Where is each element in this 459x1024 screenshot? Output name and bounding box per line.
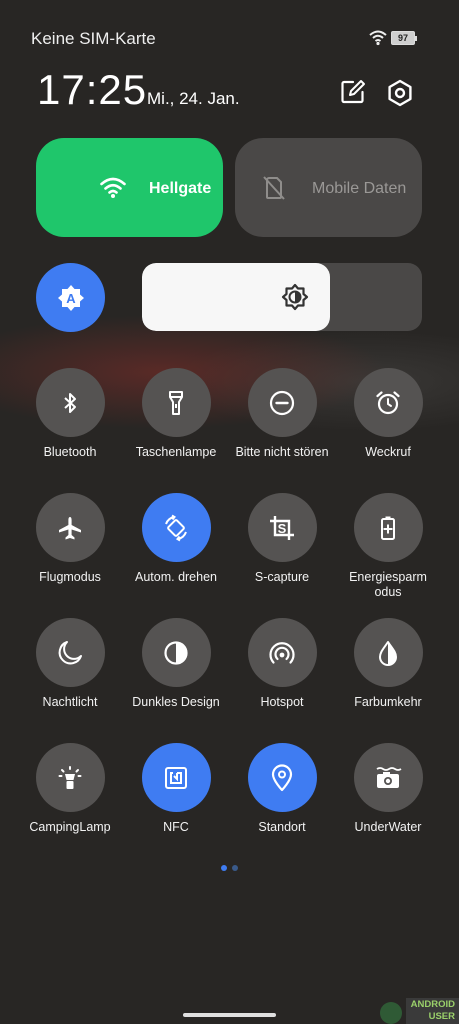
tile-label: Hotspot [260, 695, 304, 709]
home-indicator[interactable] [183, 1013, 276, 1017]
tile-airplane[interactable]: Flugmodus [17, 493, 123, 585]
battery-saver-icon [377, 515, 399, 541]
tile-button[interactable] [35, 368, 105, 437]
tile-button[interactable] [247, 618, 317, 687]
tile-label: S-capture [254, 570, 310, 584]
watermark-line1: ANDROID [410, 999, 455, 1010]
tile-button[interactable] [353, 368, 423, 437]
page-dot[interactable] [232, 865, 238, 871]
mobile-data-tile[interactable]: Mobile Daten [235, 138, 422, 237]
tile-label: Bluetooth [43, 445, 97, 459]
tile-button[interactable] [141, 618, 211, 687]
tile-label: Standort [258, 820, 306, 834]
watermark-logo: ANDROID USER [380, 998, 459, 1024]
tile-auto-rotate[interactable]: Autom. drehen [123, 493, 229, 585]
wifi-network-label: Hellgate [149, 180, 212, 197]
android-badge-icon [380, 1002, 402, 1024]
tile-label: CampingLamp [29, 820, 111, 834]
nfc-icon [163, 765, 189, 791]
page-dot-active[interactable] [221, 865, 227, 871]
tile-button[interactable] [141, 368, 211, 437]
edit-icon[interactable] [340, 79, 366, 105]
tile-label: Flugmodus [39, 570, 101, 584]
watermark-text: ANDROID USER [406, 998, 459, 1024]
tile-nfc[interactable]: NFC [123, 743, 229, 835]
dark-mode-icon [163, 640, 189, 666]
tile-label: Dunkles Design [132, 695, 220, 709]
tile-label: Taschenlampe [135, 445, 217, 459]
tile-flashlight[interactable]: Taschenlampe [123, 368, 229, 460]
auto-rotate-icon [162, 514, 190, 542]
mobile-data-label: Mobile Daten [312, 180, 407, 197]
tile-bluetooth[interactable]: Bluetooth [17, 368, 123, 460]
tile-camping-lamp[interactable]: CampingLamp [17, 743, 123, 835]
screenshot-icon: S [268, 514, 296, 542]
tile-button[interactable] [141, 493, 211, 562]
brightness-icon [281, 283, 309, 311]
tile-button[interactable]: S [247, 493, 317, 562]
tile-label: Weckruf [365, 445, 411, 459]
tile-button[interactable] [35, 743, 105, 812]
tile-button[interactable] [353, 493, 423, 562]
auto-brightness-icon: A [57, 284, 85, 312]
carrier-label: Keine SIM-Karte [31, 29, 156, 48]
mobile-data-off-icon [263, 176, 285, 200]
watermark-line2: USER [428, 1011, 455, 1022]
tile-alarm[interactable]: Weckruf [335, 368, 441, 460]
battery-indicator: 97 [391, 31, 417, 45]
clock: 17:25 [37, 66, 148, 113]
tile-button[interactable] [247, 743, 317, 812]
settings-icon[interactable] [385, 78, 415, 108]
alarm-icon [375, 390, 401, 416]
date-label: Mi., 24. Jan. [147, 89, 240, 108]
tile-label: Autom. drehen [135, 570, 217, 584]
tile-button[interactable] [141, 743, 211, 812]
color-inversion-icon [376, 639, 400, 667]
tile-label: Nachtlicht [42, 695, 98, 709]
tile-do-not-disturb[interactable]: Bitte nicht stören [229, 368, 335, 460]
tile-label: Bitte nicht stören [235, 445, 329, 459]
do-not-disturb-icon [269, 390, 295, 416]
tile-button[interactable] [35, 493, 105, 562]
wifi-icon [100, 177, 126, 199]
tile-button[interactable] [35, 618, 105, 687]
auto-brightness-button[interactable]: A [36, 263, 105, 332]
bluetooth-icon [58, 391, 82, 415]
tile-label: Energiesparm odus [349, 570, 427, 599]
tile-color-inversion[interactable]: Farbumkehr [335, 618, 441, 710]
airplane-icon [57, 515, 83, 541]
tile-button[interactable] [353, 743, 423, 812]
svg-text:A: A [66, 291, 76, 306]
location-icon [270, 763, 294, 792]
tile-button[interactable] [353, 618, 423, 687]
tile-screenshot[interactable]: S S-capture [229, 493, 335, 585]
tile-label: UnderWater [354, 820, 422, 834]
underwater-camera-icon [374, 765, 402, 791]
tile-hotspot[interactable]: Hotspot [229, 618, 335, 710]
hotspot-icon [268, 639, 296, 667]
tile-dark-mode[interactable]: Dunkles Design [123, 618, 229, 710]
svg-text:S: S [278, 521, 287, 536]
wifi-signal-icon [369, 30, 387, 46]
tile-label: NFC [163, 820, 189, 834]
moon-icon [56, 639, 84, 667]
camping-lamp-icon [57, 764, 83, 792]
tile-underwater-camera[interactable]: UnderWater [335, 743, 441, 835]
flashlight-icon [164, 390, 188, 416]
tile-moon[interactable]: Nachtlicht [17, 618, 123, 710]
tile-button[interactable] [247, 368, 317, 437]
page-indicator [221, 858, 243, 876]
tile-battery-saver[interactable]: Energiesparm odus [335, 493, 441, 600]
wifi-tile[interactable]: Hellgate [36, 138, 223, 237]
brightness-slider[interactable] [142, 263, 422, 331]
tile-label: Farbumkehr [354, 695, 422, 709]
tile-location[interactable]: Standort [229, 743, 335, 835]
